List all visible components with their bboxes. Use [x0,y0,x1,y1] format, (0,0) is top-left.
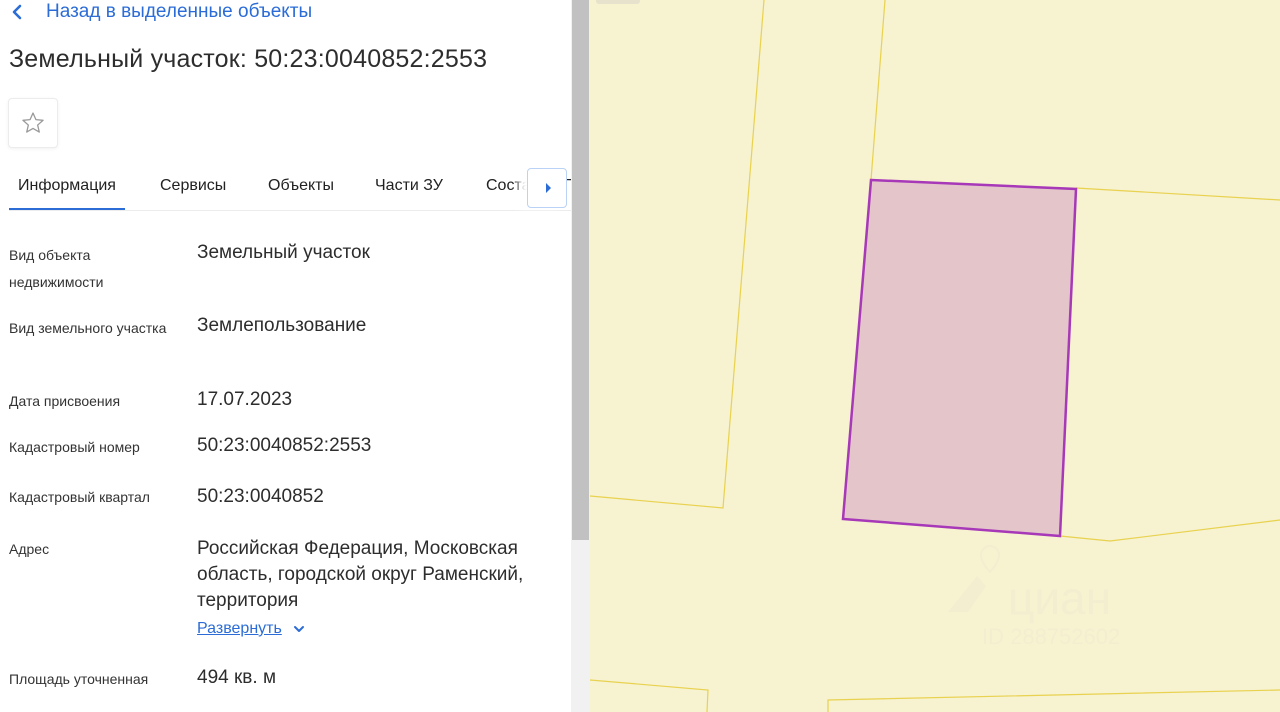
object-type-value: Земельный участок [197,242,370,263]
address-label: Адрес [9,541,50,557]
favorite-button[interactable] [8,98,58,148]
expand-label[interactable]: Развернуть [197,620,282,638]
panel-scrollbar[interactable] [571,0,590,712]
land-type-label: Вид земельного участка [9,320,167,336]
chevron-left-icon [12,4,22,20]
tab-parts[interactable]: Части ЗУ [375,166,443,208]
object-type-label: Вид объекта недвижимости [9,247,104,290]
caret-right-icon [546,183,551,193]
back-link-label[interactable]: Назад в выделенные объекты [46,1,312,23]
area-value: 494 кв. м [197,667,277,688]
scrollbar-thumb[interactable] [572,0,589,540]
tab-objects[interactable]: Объекты [268,166,334,208]
parcel-boundary [827,689,1280,712]
cadastral-block-label: Кадастровый квартал [9,489,150,505]
land-type-value: Землепользование [197,315,367,336]
tab-information[interactable]: Информация [9,166,125,210]
parcel-boundary [870,0,886,181]
chevron-down-icon [293,626,304,632]
area-label: Площадь уточненная [9,671,149,687]
selected-parcel[interactable] [841,178,1078,538]
cadastral-block-value: 50:23:0040852 [197,486,324,507]
parcel-boundary [590,0,765,509]
tab-scroll-right-button[interactable] [527,168,567,208]
watermark: циан ID 288752602 [948,545,1120,649]
map-layer: циан ID 288752602 [590,0,1280,712]
cadastral-map[interactable]: циан ID 288752602 [590,0,1280,712]
date-value: 17.07.2023 [197,389,293,410]
cadastral-number-label: Кадастровый номер [9,439,140,455]
watermark-id: ID 288752602 [982,624,1120,649]
parcel-boundary [1075,187,1280,201]
cadastral-number-value: 50:23:0040852:2553 [197,435,372,456]
location-pin-icon [948,545,1001,612]
tab-bar: Информация Сервисы Объекты Части ЗУ Сост… [9,166,571,211]
date-label: Дата присвоения [9,393,121,409]
parcel-boundary [1059,519,1280,542]
expand-address-link[interactable]: Развернуть [197,620,306,638]
back-link[interactable]: Назад в выделенные объекты [8,0,312,24]
watermark-brand: циан [1008,572,1111,624]
address-value: Российская Федерация, Московская область… [197,538,524,611]
tab-services[interactable]: Сервисы [160,166,226,208]
map-control[interactable] [596,0,640,4]
parcel-boundary [590,679,709,712]
page-title: Земельный участок: 50:23:0040852:2553 [9,45,488,73]
star-outline-icon [22,112,44,133]
info-panel: Назад в выделенные объекты Земельный уча… [0,0,571,712]
